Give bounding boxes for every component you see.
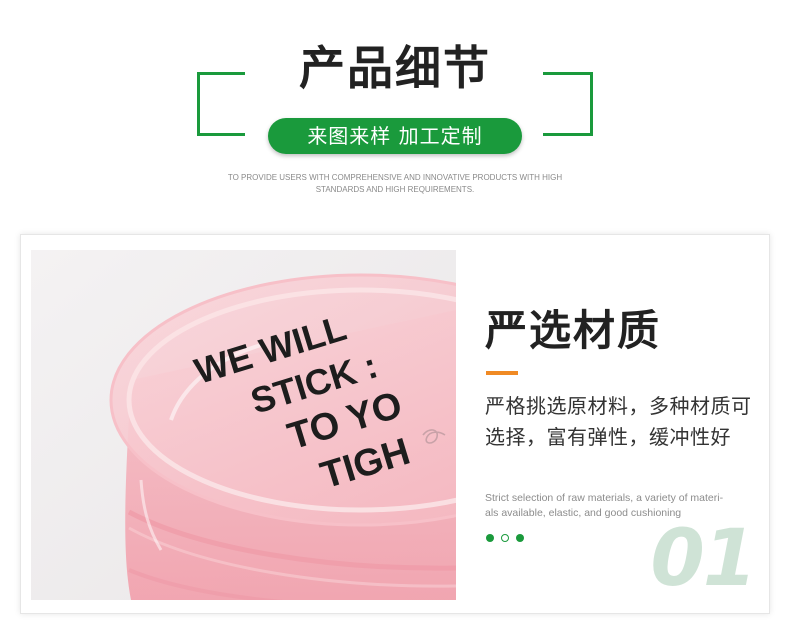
page-title: 产品细节	[299, 41, 491, 95]
feature-english-line-1: Strict selection of raw materials, a var…	[485, 492, 724, 504]
product-detail-page: 产品细节 来图来样 加工定制 TO PROVIDE USERS WITH COM…	[0, 0, 790, 632]
pagination-dot-3[interactable]	[516, 534, 524, 542]
product-photo: WE WILL STICK : TO YO TIGH	[31, 250, 456, 600]
feature-card: WE WILL STICK : TO YO TIGH 严选材质 严格挑选原材料，…	[20, 234, 770, 614]
feature-number: 01	[650, 514, 757, 604]
subtitle-badge: 来图来样 加工定制	[268, 118, 522, 154]
title-underline	[486, 371, 518, 375]
feature-description: 严格挑选原材料，多种材质可选择，富有弹性，缓冲性好	[485, 394, 752, 449]
pagination-dots	[486, 533, 524, 543]
header-english-line-1: TO PROVIDE USERS WITH COMPREHENSIVE AND …	[227, 173, 563, 182]
header-english-line-2: STANDARDS AND HIGH REQUIREMENTS.	[315, 185, 475, 194]
header-english-caption: TO PROVIDE USERS WITH COMPREHENSIVE AND …	[215, 172, 575, 196]
pagination-dot-2[interactable]	[501, 534, 509, 542]
feature-title: 严选材质	[485, 306, 662, 355]
pagination-dot-1[interactable]	[486, 534, 494, 542]
